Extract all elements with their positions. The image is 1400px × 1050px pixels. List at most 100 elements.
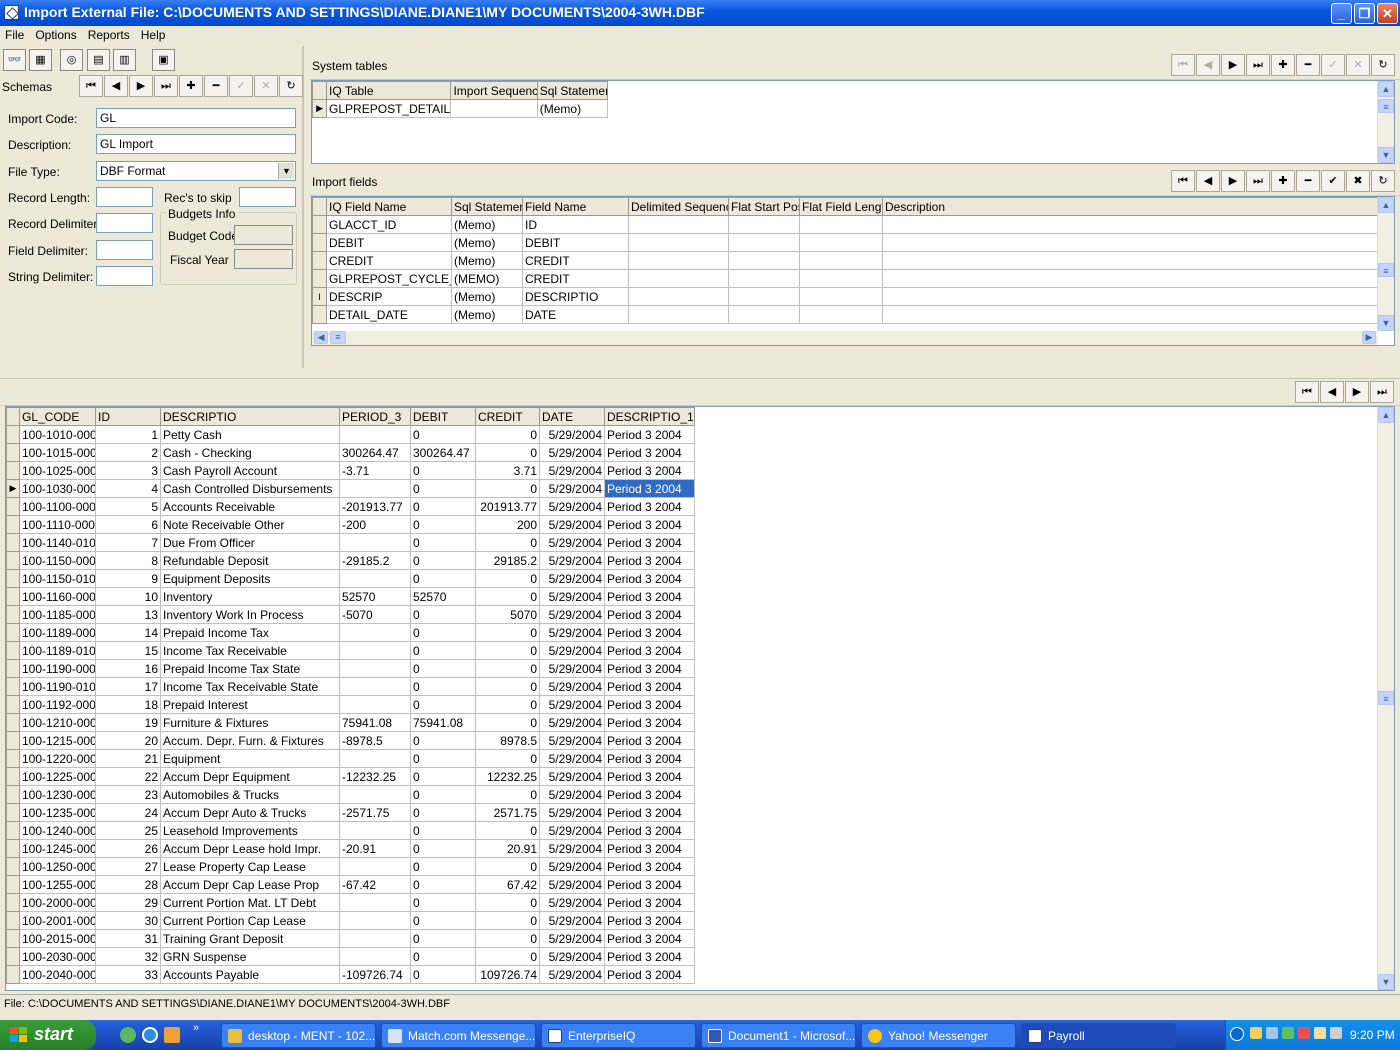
- table-cell[interactable]: [882, 287, 1379, 306]
- table-cell[interactable]: Furniture & Fixtures: [160, 713, 340, 732]
- table-cell[interactable]: CREDIT: [522, 269, 629, 288]
- table-row[interactable]: GLACCT_ID (Memo) ID: [312, 215, 1379, 234]
- table-cell[interactable]: 30: [95, 911, 161, 930]
- minimize-button[interactable]: _: [1331, 3, 1352, 24]
- tray-monitor-icon[interactable]: [1266, 1027, 1278, 1039]
- table-cell[interactable]: 7: [95, 533, 161, 552]
- table-row[interactable]: 100-1189-010 15 Income Tax Receivable 0 0 5/2…: [6, 641, 695, 660]
- table-cell[interactable]: (Memo): [451, 287, 523, 306]
- table-cell[interactable]: Accum Depr Lease hold Impr.: [160, 839, 340, 858]
- table-cell[interactable]: [339, 677, 411, 696]
- table-row[interactable]: 100-1189-000 14 Prepaid Income Tax 0 0 5/29/2…: [6, 623, 695, 642]
- task-desktop[interactable]: desktop - MENT - 102...: [221, 1023, 376, 1048]
- table-cell[interactable]: 0: [410, 767, 476, 786]
- column-header[interactable]: Import Sequence: [450, 81, 538, 100]
- prior-record-icon[interactable]: ◀: [104, 75, 128, 97]
- media-icon[interactable]: [164, 1027, 180, 1043]
- table-cell[interactable]: 100-1215-000: [19, 731, 96, 750]
- table-cell[interactable]: DESCRIP: [326, 287, 452, 306]
- table-row[interactable]: 100-1025-000 3 Cash Payroll Account -3.71 0 3…: [6, 461, 695, 480]
- table-cell[interactable]: -2571.75: [339, 803, 411, 822]
- table-cell[interactable]: 100-1190-000: [19, 659, 96, 678]
- table-cell[interactable]: 100-1100-000: [19, 497, 96, 516]
- table-cell[interactable]: 0: [410, 911, 476, 930]
- table-cell[interactable]: 19: [95, 713, 161, 732]
- table-row[interactable]: 100-1250-000 27 Lease Property Cap Lease 0 0…: [6, 857, 695, 876]
- table-cell[interactable]: 300264.47: [339, 443, 411, 462]
- first-record-icon[interactable]: ⏮: [79, 75, 103, 97]
- chevron-more-icon[interactable]: »: [193, 1022, 199, 1034]
- table-row[interactable]: 100-1150-000 8 Refundable Deposit -29185.2 0…: [6, 551, 695, 570]
- last-record-icon[interactable]: ⏭: [1246, 54, 1270, 76]
- glasses-icon[interactable]: 👓: [3, 49, 26, 71]
- table-cell[interactable]: 29: [95, 893, 161, 912]
- internet-explorer-icon[interactable]: [142, 1027, 158, 1043]
- table-cell[interactable]: 5/29/2004: [539, 443, 605, 462]
- table-cell[interactable]: 5/29/2004: [539, 551, 605, 570]
- table-cell[interactable]: GRN Suspense: [160, 947, 340, 966]
- table-cell[interactable]: [339, 911, 411, 930]
- table-cell[interactable]: 14: [95, 623, 161, 642]
- table-cell[interactable]: 0: [475, 695, 540, 714]
- table-cell[interactable]: CREDIT: [326, 251, 452, 270]
- table-cell[interactable]: 5/29/2004: [539, 587, 605, 606]
- task-match[interactable]: Match.com Messenge...: [381, 1023, 536, 1048]
- table-cell[interactable]: Period 3 2004: [604, 479, 695, 498]
- app-icon[interactable]: [4, 5, 19, 20]
- table-cell[interactable]: Period 3 2004: [604, 677, 695, 696]
- table-cell[interactable]: [339, 659, 411, 678]
- scroll-thumb[interactable]: ≡: [330, 331, 346, 344]
- table-cell[interactable]: 8978.5: [475, 731, 540, 750]
- table-row[interactable]: 100-1160-000 10 Inventory 52570 52570 0 5/29/2…: [6, 587, 695, 606]
- table-row[interactable]: 100-1190-000 16 Prepaid Income Tax State 0 0…: [6, 659, 695, 678]
- table-cell[interactable]: 100-1150-010: [19, 569, 96, 588]
- delete-record-icon[interactable]: ━: [1296, 170, 1320, 192]
- column-header[interactable]: Delimited Sequence: [628, 197, 729, 216]
- table-row[interactable]: 100-1140-010 7 Due From Officer 0 0 5/29/2004…: [6, 533, 695, 552]
- import-code-field[interactable]: GL: [96, 108, 296, 128]
- table-cell[interactable]: Accum Depr Equipment: [160, 767, 340, 786]
- table-cell[interactable]: [339, 821, 411, 840]
- table-cell[interactable]: 0: [475, 425, 540, 444]
- table-row[interactable]: 100-1230-000 23 Automobiles & Trucks 0 0 5/29…: [6, 785, 695, 804]
- table-cell[interactable]: 29185.2: [475, 551, 540, 570]
- table-cell[interactable]: Period 3 2004: [604, 443, 695, 462]
- table-cell[interactable]: -3.71: [339, 461, 411, 480]
- table-cell[interactable]: Prepaid Income Tax State: [160, 659, 340, 678]
- table-cell[interactable]: 100-1192-000: [19, 695, 96, 714]
- table-cell[interactable]: 0: [410, 623, 476, 642]
- table-cell[interactable]: Period 3 2004: [604, 731, 695, 750]
- table-cell[interactable]: 9: [95, 569, 161, 588]
- table-cell[interactable]: 28: [95, 875, 161, 894]
- scroll-thumb[interactable]: ≡: [1378, 691, 1394, 705]
- table-cell[interactable]: Period 3 2004: [604, 533, 695, 552]
- table-cell[interactable]: [882, 251, 1379, 270]
- table-cell[interactable]: 5/29/2004: [539, 605, 605, 624]
- scroll-thumb[interactable]: ≡: [1378, 263, 1394, 277]
- table-cell[interactable]: 0: [410, 461, 476, 480]
- scroll-up-icon[interactable]: ▲: [1378, 407, 1394, 423]
- table-cell[interactable]: 5/29/2004: [539, 731, 605, 750]
- column-header[interactable]: DESCRIPTIO: [160, 407, 340, 426]
- scroll-down-icon[interactable]: ▼: [1378, 147, 1394, 163]
- next-record-icon[interactable]: ▶: [129, 75, 153, 97]
- table-cell[interactable]: [799, 233, 883, 252]
- table-cell[interactable]: 22: [95, 767, 161, 786]
- first-record-icon[interactable]: ⏮: [1295, 381, 1319, 403]
- table-cell[interactable]: Accounts Receivable: [160, 497, 340, 516]
- table-cell[interactable]: 23: [95, 785, 161, 804]
- table-cell[interactable]: [339, 947, 411, 966]
- column-header[interactable]: Description: [882, 197, 1379, 216]
- table-cell[interactable]: Period 3 2004: [604, 551, 695, 570]
- table-cell[interactable]: 0: [410, 731, 476, 750]
- table-cell[interactable]: [628, 215, 729, 234]
- table-cell[interactable]: 0: [410, 659, 476, 678]
- table-row[interactable]: CREDIT (Memo) CREDIT: [312, 251, 1379, 270]
- record-length-field[interactable]: [96, 187, 153, 207]
- scroll-down-icon[interactable]: ▼: [1378, 974, 1394, 990]
- table-cell[interactable]: Period 3 2004: [604, 929, 695, 948]
- table-cell[interactable]: 100-2040-000: [19, 965, 96, 984]
- table-cell[interactable]: 100-1225-000: [19, 767, 96, 786]
- table-cell[interactable]: 0: [410, 893, 476, 912]
- table-cell[interactable]: 13: [95, 605, 161, 624]
